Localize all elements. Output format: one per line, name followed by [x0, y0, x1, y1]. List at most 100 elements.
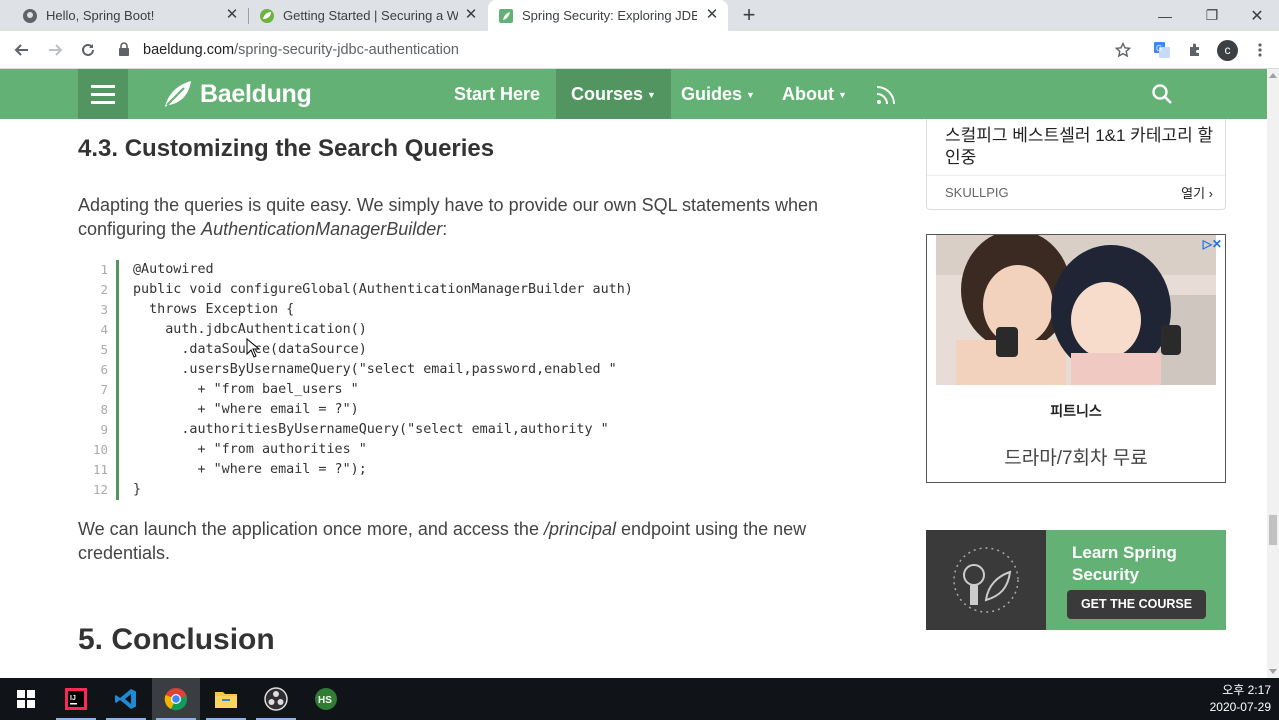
- kebab-menu-icon[interactable]: [1250, 40, 1270, 60]
- obs-icon[interactable]: [252, 678, 300, 720]
- svg-text:IJ: IJ: [70, 695, 76, 702]
- ad-title: 피트니스: [1050, 403, 1102, 419]
- site-logo[interactable]: Baeldung: [162, 78, 312, 110]
- scroll-up-icon[interactable]: [1269, 73, 1277, 78]
- caret-down-icon: ▼: [746, 90, 755, 101]
- key-leaf-badge-icon: [953, 547, 1019, 613]
- reload-icon[interactable]: [76, 38, 100, 62]
- browser-toolbar: baeldung.com/spring-security-jdbc-authen…: [0, 31, 1279, 69]
- minimize-icon[interactable]: —: [1142, 0, 1188, 31]
- caret-down-icon: ▼: [837, 90, 847, 101]
- file-explorer-icon[interactable]: [202, 678, 250, 720]
- vscode-icon[interactable]: [102, 678, 150, 720]
- close-window-icon[interactable]: ✕: [1234, 0, 1279, 31]
- section-heading: 4.3. Customizing the Search Queries: [78, 135, 495, 162]
- spring-leaf-icon: [260, 8, 274, 23]
- hs-app-icon[interactable]: HS: [302, 678, 350, 720]
- code-line: 1 @Autowired: [100, 262, 214, 277]
- windows-taskbar: IJ HS 오후 2:17 2020-07-29: [0, 678, 1279, 720]
- sidebar-ad-learn-spring-security[interactable]: Learn Spring Security GET THE COURSE: [926, 530, 1226, 630]
- close-tab-icon[interactable]: ✕: [463, 7, 479, 23]
- scroll-thumb[interactable]: [1269, 515, 1277, 545]
- tab-title: Spring Security: Exploring JDBC: [522, 8, 697, 23]
- ad-illustration-icon: [936, 235, 1216, 385]
- close-tab-icon[interactable]: ✕: [224, 7, 240, 23]
- code-block: 1 @Autowired 2 public void configureGlobal…: [78, 256, 868, 502]
- tab-hello-spring-boot[interactable]: Hello, Spring Boot! ✕: [0, 0, 248, 31]
- translate-icon[interactable]: G: [1152, 40, 1172, 60]
- para-text: We can launch the application once more,…: [78, 519, 544, 539]
- search-icon[interactable]: [1151, 83, 1173, 105]
- scroll-down-icon[interactable]: [1269, 669, 1277, 674]
- url-path: /spring-security-jdbc-authentication: [234, 42, 459, 58]
- ad-image: [936, 235, 1216, 385]
- para-text: :: [442, 219, 448, 239]
- address-bar[interactable]: baeldung.com/spring-security-jdbc-authen…: [143, 42, 459, 58]
- forward-arrow-icon[interactable]: [43, 38, 67, 62]
- profile-avatar[interactable]: c: [1217, 40, 1238, 61]
- code-line: 3 throws Exception {: [100, 302, 295, 317]
- nav-label: Start Here: [454, 84, 541, 104]
- tab-title: Getting Started | Securing a We: [283, 8, 458, 23]
- site-header: Baeldung Start Here Courses ▼ Guides ▼ Abo…: [0, 69, 1267, 119]
- page-scrollbar[interactable]: [1267, 69, 1279, 678]
- code-line: 6 .usersByUsernameQuery("select email,pa…: [100, 362, 617, 377]
- windows-start-icon[interactable]: [2, 678, 50, 720]
- svg-text:G: G: [1156, 44, 1162, 53]
- code-line: 2 public void configureGlobal(Authenticat…: [100, 282, 633, 297]
- rss-icon[interactable]: [875, 84, 897, 106]
- caret-down-icon: ▼: [647, 90, 656, 101]
- tab-title: Hello, Spring Boot!: [46, 8, 155, 23]
- tab-getting-started[interactable]: Getting Started | Securing a We ✕: [249, 0, 487, 31]
- code-line: 9 .authoritiesByUsernameQuery("select em…: [100, 422, 609, 437]
- system-clock[interactable]: 오후 2:17 2020-07-29: [1210, 682, 1271, 716]
- restore-icon[interactable]: ❐: [1189, 0, 1235, 31]
- tab-spring-security-jdbc[interactable]: Spring Security: Exploring JDBC ✕: [488, 0, 728, 31]
- github-icon: [23, 8, 37, 23]
- para-text: Adapting the queries is quite easy. We s…: [78, 195, 819, 239]
- para-code-ref[interactable]: /principal: [544, 519, 616, 539]
- hamburger-menu-icon[interactable]: [78, 69, 128, 119]
- logo-text: Baeldung: [200, 79, 312, 108]
- divider: [927, 175, 1225, 176]
- svg-text:HS: HS: [318, 695, 332, 706]
- close-tab-icon[interactable]: ✕: [704, 7, 720, 23]
- code-line: 4 auth.jdbcAuthentication(): [100, 322, 367, 337]
- code-line: 7 + "from bael_users ": [100, 382, 359, 397]
- ad-open-label: 열기: [1181, 186, 1206, 201]
- sidebar-ad-fitness[interactable]: ▷✕ 피트니스 드라마/7회차 무료: [926, 234, 1226, 483]
- ad-title: Learn Spring Security: [1072, 543, 1177, 584]
- clock-date: 2020-07-29: [1209, 700, 1271, 714]
- conclusion-heading: 5. Conclusion: [78, 623, 275, 656]
- leaf-logo-icon: [165, 81, 191, 107]
- tab-strip: Hello, Spring Boot! ✕ Getting Started | …: [0, 0, 1279, 31]
- nav-guides[interactable]: Guides ▼: [681, 69, 755, 119]
- url-domain: baeldung.com: [143, 42, 235, 58]
- ad-open-button[interactable]: 열기 ›: [1181, 183, 1213, 202]
- code-line: 12}: [92, 482, 142, 497]
- clock-time: 오후 2:17: [1222, 683, 1271, 697]
- extensions-puzzle-icon[interactable]: [1185, 40, 1205, 60]
- intellij-icon[interactable]: IJ: [52, 678, 100, 720]
- back-arrow-icon[interactable]: [10, 38, 34, 62]
- mouse-cursor-icon: [246, 338, 260, 358]
- ad-brand: SKULLPIG: [945, 185, 1009, 200]
- lock-icon[interactable]: [118, 42, 130, 56]
- ad-graphic: [926, 530, 1046, 630]
- ad-subtitle: 드라마/7회차 무료: [1004, 448, 1148, 469]
- nav-courses[interactable]: Courses ▼: [556, 69, 671, 119]
- adchoices-icon[interactable]: ▷✕: [1203, 237, 1222, 251]
- bookmark-star-icon[interactable]: [1113, 40, 1133, 60]
- code-line: 11 + "where email = ?");: [92, 462, 367, 477]
- nav-label: Guides: [681, 84, 743, 104]
- para-code-ref: AuthenticationManagerBuilder: [201, 219, 443, 239]
- paragraph-intro: Adapting the queries is quite easy. We s…: [78, 193, 868, 241]
- baeldung-icon: [499, 8, 513, 23]
- chrome-icon[interactable]: [152, 678, 200, 720]
- get-the-course-button[interactable]: GET THE COURSE: [1067, 590, 1206, 619]
- code-accent-bar: [116, 260, 119, 500]
- nav-about[interactable]: About ▼: [782, 69, 847, 119]
- sidebar-ad-skullpig[interactable]: 스컬피그 베스트셀러 1&1 카테고리 할인중 SKULLPIG 열기 ›: [926, 119, 1226, 210]
- nav-start-here[interactable]: Start Here: [454, 69, 540, 119]
- new-tab-icon[interactable]: +: [738, 4, 760, 26]
